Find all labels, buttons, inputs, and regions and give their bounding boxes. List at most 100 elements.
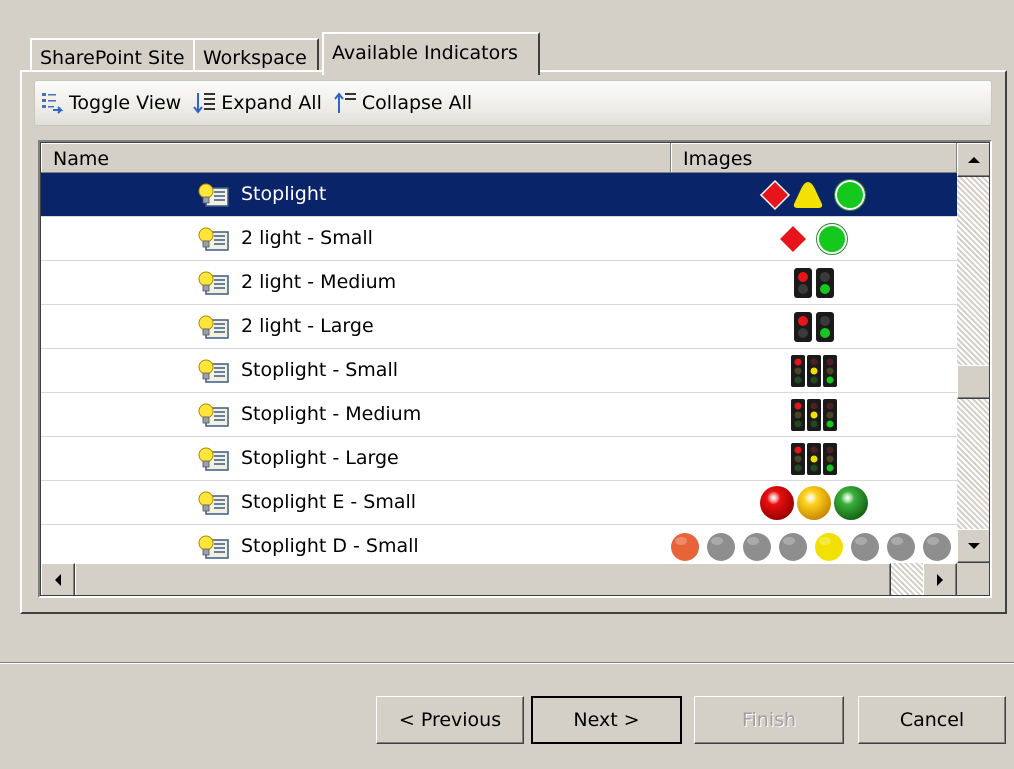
expand-all-button[interactable]: Expand All — [193, 90, 322, 116]
cancel-button[interactable]: Cancel — [858, 696, 1006, 744]
vertical-scroll-thumb[interactable] — [957, 365, 989, 399]
tab-label: Available Indicators — [332, 42, 518, 64]
expand-all-icon — [193, 93, 216, 114]
indicator-images-shapes-2 — [777, 222, 848, 255]
next-button-label: Next > — [573, 709, 640, 731]
row-name-label: Stoplight E - Small — [241, 491, 417, 513]
indicator-images-balls-9 — [671, 532, 951, 561]
indicator-images-lights-2 — [794, 311, 834, 342]
toolbar: Toggle View Expand All Collapse All — [34, 80, 992, 126]
indicator-icon-wrapper — [196, 270, 230, 301]
indicator-icon-wrapper — [196, 226, 230, 257]
grid-header: Name Images — [41, 143, 957, 173]
cancel-button-label: Cancel — [899, 709, 965, 731]
row-images-cell — [671, 349, 957, 392]
table-row[interactable]: 2 light - Small — [41, 217, 957, 261]
indicator-images-balls-3 — [760, 485, 868, 520]
arrow-down-icon — [968, 543, 980, 549]
table-row[interactable]: Stoplight D - Small — [41, 525, 957, 563]
collapse-all-icon — [334, 92, 356, 113]
scroll-left-button[interactable] — [41, 563, 75, 595]
row-images-cell — [671, 173, 957, 216]
arrow-right-icon — [937, 574, 943, 586]
indicator-images-shapes-3 — [759, 178, 866, 211]
column-header-images-label: Images — [683, 148, 753, 170]
finish-button[interactable]: Finish — [694, 696, 844, 744]
row-images-cell — [671, 261, 957, 304]
indicator-icon-wrapper — [196, 182, 230, 213]
indicator-icon-wrapper — [196, 402, 230, 433]
previous-button-label: < Previous — [398, 709, 502, 731]
indicator-icon — [198, 227, 229, 251]
scroll-right-button[interactable] — [923, 563, 957, 595]
indicator-icon-wrapper — [196, 490, 230, 521]
scroll-up-button[interactable] — [957, 143, 989, 177]
arrow-left-icon — [55, 574, 61, 586]
indicator-icon — [198, 271, 229, 295]
indicator-icon-wrapper — [196, 358, 230, 389]
horizontal-scroll-thumb[interactable] — [75, 563, 891, 595]
table-row[interactable]: 2 light - Large — [41, 305, 957, 349]
row-name-label: Stoplight - Medium — [241, 403, 422, 425]
collapse-all-button[interactable]: Collapse All — [334, 90, 472, 116]
row-name-label: Stoplight - Large — [241, 447, 399, 469]
vertical-scroll-track[interactable] — [957, 143, 989, 563]
available-indicators-panel: Toggle View Expand All Collapse All Name — [20, 70, 1007, 614]
tab-available-indicators[interactable]: Available Indicators — [322, 32, 540, 75]
horizontal-scrollbar[interactable] — [41, 563, 957, 595]
tab-label: SharePoint Site — [40, 47, 185, 69]
indicator-icon — [198, 535, 229, 559]
row-images-cell — [671, 305, 957, 348]
row-images-cell — [671, 437, 957, 480]
indicator-icon — [198, 359, 229, 383]
toggle-view-label: Toggle View — [69, 92, 182, 114]
grid-rows: Stoplight 2 light - Small 2 light - Medium… — [41, 173, 957, 563]
footer-separator — [0, 662, 1014, 664]
expand-all-label: Expand All — [221, 92, 322, 114]
row-name-label: 2 light - Large — [241, 315, 374, 337]
arrow-up-icon — [968, 157, 980, 163]
table-row[interactable]: Stoplight - Medium — [41, 393, 957, 437]
row-images-cell — [671, 217, 957, 260]
row-name-label: Stoplight D - Small — [241, 535, 419, 557]
row-images-cell — [671, 481, 957, 524]
previous-button[interactable]: < Previous — [376, 696, 524, 744]
table-row[interactable]: 2 light - Medium — [41, 261, 957, 305]
table-row[interactable]: Stoplight — [41, 173, 957, 217]
row-name-label: 2 light - Small — [241, 227, 373, 249]
table-row[interactable]: Stoplight E - Small — [41, 481, 957, 525]
table-row[interactable]: Stoplight - Large — [41, 437, 957, 481]
finish-button-label: Finish — [741, 709, 797, 731]
indicator-images-lights-3 — [791, 354, 837, 387]
grid-viewport: Name Images Stoplight 2 light - Small 2 li… — [40, 142, 990, 596]
column-header-name[interactable]: Name — [41, 143, 671, 173]
indicator-icon — [198, 447, 229, 471]
indicator-icon-wrapper — [196, 534, 230, 563]
indicators-grid: Name Images Stoplight 2 light - Small 2 li… — [38, 140, 992, 598]
scrollbar-corner — [957, 563, 989, 595]
toggle-view-icon — [42, 93, 64, 114]
indicator-icon-wrapper — [196, 314, 230, 345]
collapse-all-label: Collapse All — [361, 92, 473, 114]
indicator-images-lights-3 — [791, 442, 837, 475]
column-header-name-label: Name — [53, 148, 110, 170]
tab-label: Workspace — [203, 47, 307, 69]
next-button[interactable]: Next > — [531, 696, 682, 744]
toggle-view-button[interactable]: Toggle View — [39, 90, 181, 116]
indicator-icon — [198, 403, 229, 427]
vertical-scrollbar[interactable] — [957, 143, 989, 563]
row-name-label: Stoplight — [241, 183, 327, 205]
row-name-label: 2 light - Medium — [241, 271, 397, 293]
row-name-label: Stoplight - Small — [241, 359, 399, 381]
tab-workspace[interactable]: Workspace — [193, 38, 319, 73]
column-header-images[interactable]: Images — [671, 143, 957, 173]
row-images-cell — [671, 393, 957, 436]
indicator-icon — [198, 183, 229, 207]
row-images-cell — [671, 525, 957, 563]
table-row[interactable]: Stoplight - Small — [41, 349, 957, 393]
indicator-images-lights-3 — [791, 398, 837, 431]
indicator-icon-wrapper — [196, 446, 230, 477]
tab-sharepoint-site[interactable]: SharePoint Site — [30, 38, 197, 73]
indicator-images-lights-2 — [794, 267, 834, 298]
scroll-down-button[interactable] — [957, 529, 989, 563]
